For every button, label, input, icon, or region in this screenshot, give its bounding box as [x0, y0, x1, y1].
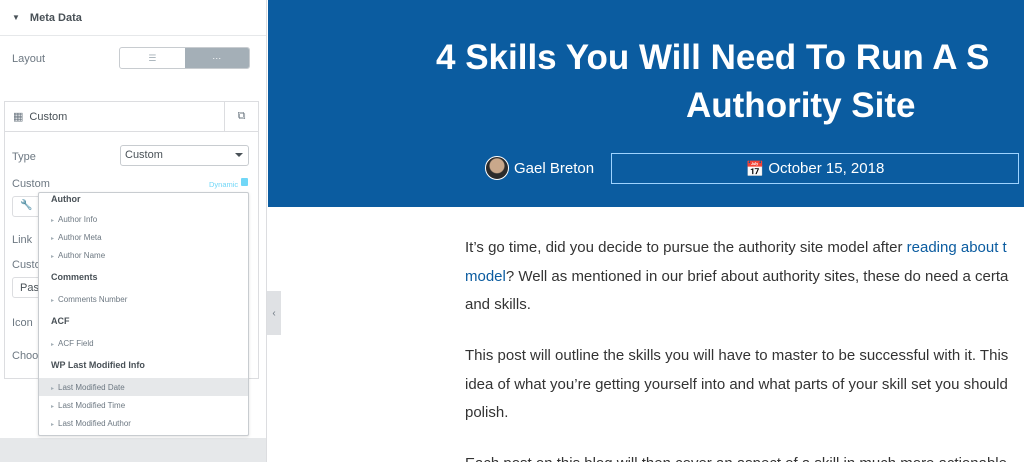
link-label: Link: [12, 234, 33, 246]
dynamic-icon[interactable]: [241, 178, 248, 186]
repeater-item-title: Custom: [29, 110, 68, 123]
avatar: [485, 156, 509, 180]
dropdown-item[interactable]: ▸ ACF Field: [39, 334, 248, 352]
custom-format-label: Custo: [12, 259, 41, 271]
paragraph-line: and skills.: [465, 296, 531, 313]
post-title: 4 Skills You Will Need To Run A S Author…: [436, 34, 1024, 130]
post-link[interactable]: model: [465, 268, 506, 285]
dropdown-item[interactable]: ▸ Author Name: [39, 246, 248, 264]
paragraph-line: This post will outline the skills you wi…: [465, 347, 1009, 364]
dropdown-group-comments: Comments: [51, 272, 98, 282]
paragraph-line: Each post on this blog will then cover a…: [465, 449, 1024, 462]
layout-toggle[interactable]: ☰ ···: [119, 47, 250, 69]
calendar-icon: 📅: [745, 160, 765, 178]
icon-label: Icon: [12, 317, 33, 329]
dropdown-item[interactable]: ▸ Author Info: [39, 210, 248, 228]
repeater-item-header[interactable]: ▦ Custom ⧉: [5, 102, 258, 132]
post-author[interactable]: Gael Breton: [485, 156, 594, 180]
panel-footer: [0, 438, 266, 462]
custom-label: Custom: [12, 178, 50, 190]
dropdown-group-acf: ACF: [51, 316, 70, 326]
dropdown-item[interactable]: ▸ Author Meta: [39, 228, 248, 246]
screen: ▼ Meta Data Layout ☰ ··· ▦ Custom ⧉ Type…: [0, 0, 1024, 462]
layout-inline-option[interactable]: ···: [184, 48, 249, 68]
calendar-icon: ▦: [13, 111, 24, 123]
author-name: Gael Breton: [514, 159, 595, 177]
chevron-left-icon: ‹: [272, 307, 276, 319]
type-select-value: Custom: [125, 149, 163, 161]
post-title-line1: 4 Skills You Will Need To Run A S: [436, 38, 990, 77]
dynamic-tags-dropdown: Author ▸ Author Info ▸ Author Meta ▸ Author…: [38, 192, 249, 436]
caret-down-icon: ▼: [12, 13, 20, 22]
dropdown-group-author: Author: [51, 194, 81, 204]
type-label: Type: [12, 151, 36, 163]
paragraph-line: model? Well as mentioned in our brief ab…: [465, 268, 1009, 285]
collapse-panel-button[interactable]: ‹: [267, 291, 281, 335]
paragraph-line: It’s go time, did you decide to pursue t…: [465, 239, 1007, 256]
post-link[interactable]: reading about t: [907, 239, 1007, 256]
dropdown-item[interactable]: ▸ Last Modified Author: [39, 414, 248, 432]
layout-label: Layout: [12, 53, 46, 65]
paragraph-line: idea of what you’re getting yourself int…: [465, 376, 1008, 393]
post-date-box[interactable]: 📅 October 15, 2018: [611, 153, 1019, 184]
duplicate-icon[interactable]: ⧉: [224, 102, 258, 131]
dropdown-item-highlighted[interactable]: ▸ Last Modified Date: [39, 378, 248, 396]
dropdown-group-wp-last-modified: WP Last Modified Info: [51, 360, 145, 370]
section-title: Meta Data: [29, 11, 82, 24]
chevron-down-icon: [235, 153, 243, 157]
paragraph-line: polish.: [465, 404, 509, 421]
dropdown-item[interactable]: ▸ Comments Number: [39, 290, 248, 308]
dropdown-item[interactable]: ▸ Last Modified Time: [39, 396, 248, 414]
dynamic-tags-button[interactable]: Dynamic: [209, 180, 238, 189]
editor-panel: ▼ Meta Data Layout ☰ ··· ▦ Custom ⧉ Type…: [0, 0, 267, 462]
meta-data-section-header[interactable]: ▼ Meta Data: [0, 0, 266, 36]
layout-list-option[interactable]: ☰: [120, 48, 185, 68]
type-select[interactable]: Custom: [120, 145, 249, 166]
post-title-line2: Authority Site: [686, 86, 916, 125]
post-date: October 15, 2018: [768, 160, 885, 177]
wrench-icon: 🔧: [20, 200, 33, 211]
